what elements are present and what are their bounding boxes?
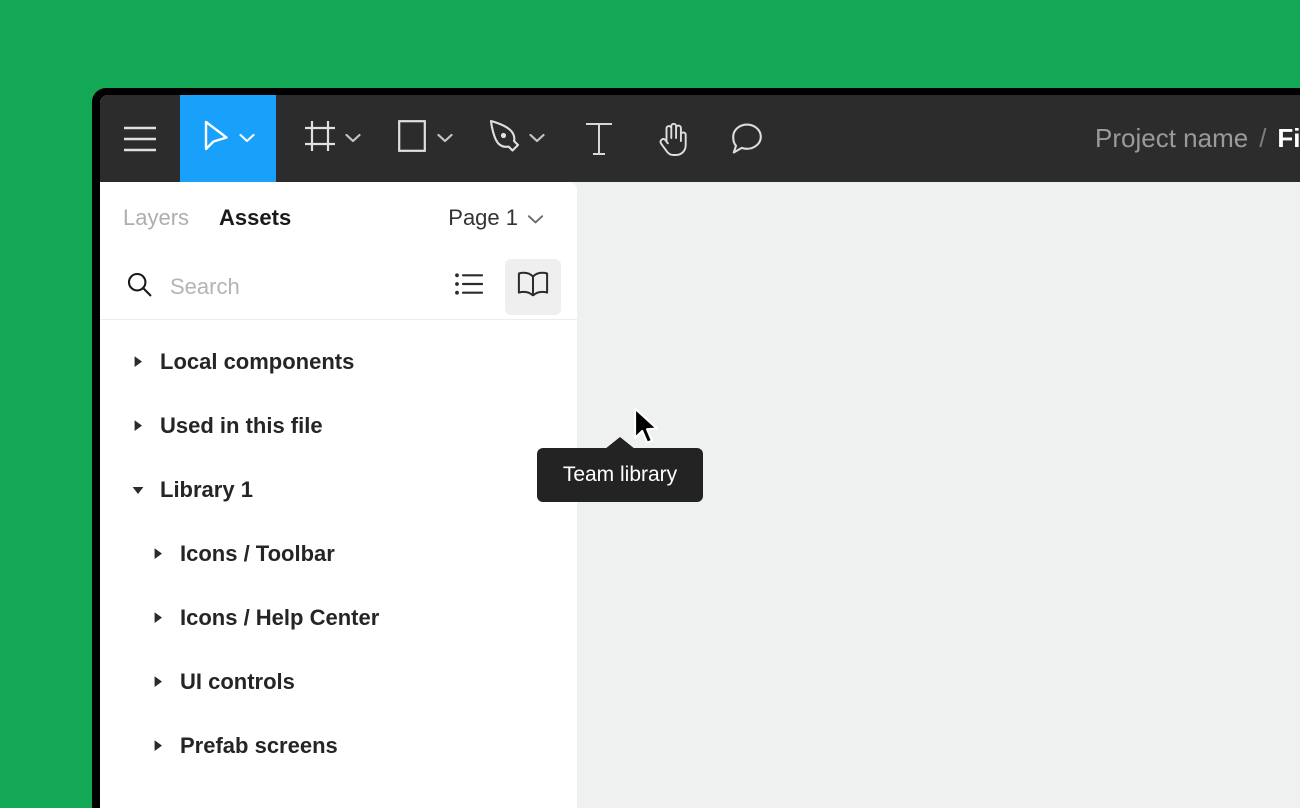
breadcrumb-file[interactable]: File nam [1277,123,1300,154]
chevron-down-icon[interactable] [239,130,255,148]
comment-tool[interactable] [710,95,784,182]
chevron-down-icon[interactable] [529,130,545,148]
tree-row[interactable]: Prefab screens [100,714,577,778]
breadcrumb-project[interactable]: Project name [1095,123,1248,154]
cursor-arrow-icon [201,119,231,158]
shape-tool[interactable] [378,95,470,182]
asset-tree: Local components Used in this file Library… [100,320,577,778]
toolbar: Project name / File nam [100,95,1300,182]
caret-right-icon[interactable] [150,738,180,754]
page-selector[interactable]: Page 1 [448,205,544,231]
tab-assets[interactable]: Assets [219,205,291,231]
tab-layers[interactable]: Layers [123,205,189,231]
mouse-cursor [633,407,663,454]
tree-row[interactable]: Icons / Toolbar [100,522,577,586]
caret-right-icon[interactable] [150,546,180,562]
caret-down-icon[interactable] [130,482,160,498]
tree-row-label: Used in this file [160,413,323,438]
tree-row[interactable]: Used in this file [100,394,577,458]
tree-row-label: Icons / Help Center [180,605,380,630]
window-inner: Project name / File nam Layers Assets Pa… [100,95,1300,808]
hamburger-menu-icon[interactable] [100,95,180,182]
chevron-down-icon[interactable] [437,130,453,148]
tree-row[interactable]: Icons / Help Center [100,586,577,650]
tree-row[interactable]: Local components [100,330,577,394]
comment-icon [730,122,764,156]
search-icon [126,271,153,303]
book-icon [517,271,549,302]
search-input[interactable] [170,273,441,300]
hand-icon [657,121,689,157]
tree-row-label: Local components [160,349,355,374]
tree-row-label: Prefab screens [180,733,338,758]
frame-tool[interactable] [286,95,378,182]
tree-row-label: Library 1 [160,477,253,502]
app-window: Project name / File nam Layers Assets Pa… [92,88,1300,808]
caret-right-icon[interactable] [130,418,160,434]
list-view-button[interactable] [441,259,497,315]
text-icon [584,122,614,156]
breadcrumb-separator: / [1259,123,1267,153]
breadcrumb: Project name / File nam [1095,95,1300,182]
frame-icon [303,119,337,158]
list-icon [455,273,484,300]
tree-row-label: Icons / Toolbar [180,541,335,566]
chevron-down-icon[interactable] [345,130,361,148]
tooltip: Team library [537,437,703,502]
assets-panel: Layers Assets Page 1 Search Local compon… [100,182,577,808]
move-tool[interactable] [180,95,276,182]
caret-right-icon[interactable] [150,610,180,626]
panel-tabs: Layers Assets Page 1 [100,182,577,254]
tree-row-label: UI controls [180,669,295,694]
text-tool[interactable] [562,95,636,182]
tooltip-arrow [605,437,635,449]
team-library-button[interactable] [505,258,561,315]
caret-right-icon[interactable] [130,354,160,370]
hand-tool[interactable] [636,95,710,182]
pen-icon [487,119,521,158]
caret-right-icon[interactable] [150,674,180,690]
tree-row[interactable]: Library 1 [100,458,577,522]
chevron-down-icon [527,205,544,231]
page-selector-label: Page 1 [448,205,518,230]
tree-row[interactable]: UI controls [100,650,577,714]
tooltip-label: Team library [562,463,678,486]
search-row [100,254,577,320]
pen-tool[interactable] [470,95,562,182]
rectangle-icon [395,118,429,159]
